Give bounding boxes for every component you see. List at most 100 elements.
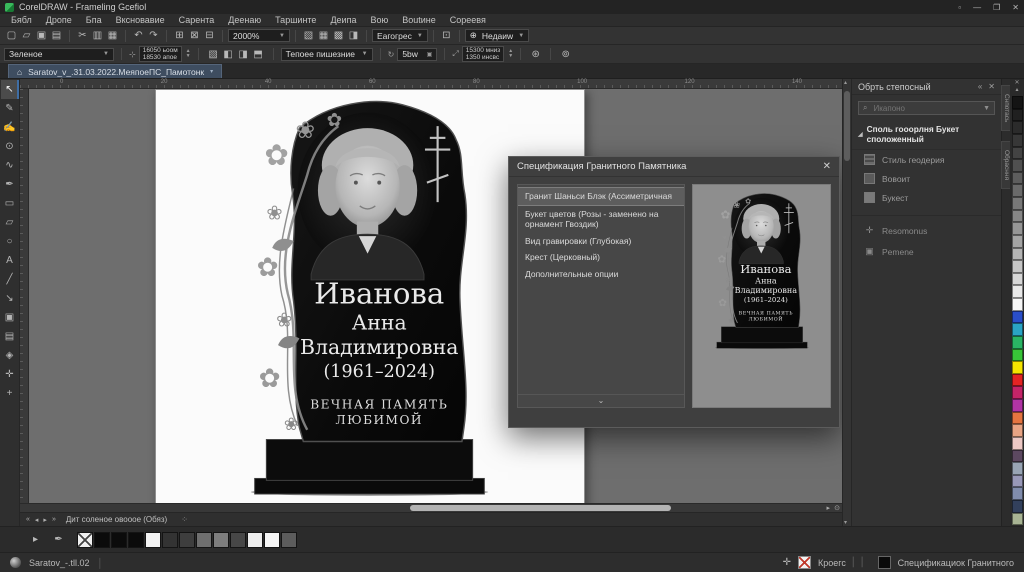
color-swatch[interactable] <box>162 532 178 548</box>
color-swatch[interactable] <box>1012 210 1023 223</box>
color-swatch[interactable] <box>1012 298 1023 311</box>
view-grid-icon[interactable]: ▦ <box>316 28 331 43</box>
color-swatch[interactable] <box>1012 184 1023 197</box>
smudge-tool[interactable]: ✍ <box>1 118 19 137</box>
color-swatch[interactable] <box>1012 273 1023 286</box>
table-tool[interactable]: ▤ <box>1 327 19 346</box>
restore-small-icon[interactable]: ▫ <box>958 3 961 12</box>
eyedropper-tool[interactable]: ✛ <box>1 365 19 384</box>
menu-item-7[interactable]: Деипа <box>323 15 363 25</box>
color-swatch[interactable] <box>213 532 229 548</box>
zoom-tool-icon[interactable]: ⊙ <box>834 504 840 513</box>
color-swatch[interactable] <box>1012 399 1023 412</box>
color-swatch[interactable] <box>1012 475 1023 488</box>
print-icon[interactable]: ▤ <box>49 28 64 43</box>
copy-icon[interactable]: ▥ <box>90 28 105 43</box>
color-swatch[interactable] <box>1012 109 1023 122</box>
scroll-down-icon[interactable]: ▾ <box>844 519 847 526</box>
order-icon[interactable]: ⬒ <box>251 47 266 62</box>
list-scroll-down-button[interactable]: ⌄ <box>518 394 684 407</box>
preset-combo[interactable]: Зеленое ▼ <box>4 48 114 61</box>
menu-item-0[interactable]: Бябл <box>4 15 39 25</box>
color-swatch[interactable] <box>281 532 297 548</box>
undo-icon[interactable]: ↶ <box>131 28 146 43</box>
color-swatch[interactable] <box>1012 222 1023 235</box>
menu-item-5[interactable]: Деенаю <box>221 15 268 25</box>
color-swatch[interactable] <box>1012 121 1023 134</box>
document-tab[interactable]: ⌂ Saratov_v_.31.03.2022.МеяпоеПС_Памотон… <box>8 64 222 78</box>
full-screen-preview-icon[interactable]: ▧ <box>301 28 316 43</box>
minimize-icon[interactable]: — <box>973 3 981 12</box>
text-tool[interactable]: A <box>1 251 19 270</box>
color-eyedropper-icon[interactable]: ✒ <box>51 532 66 547</box>
scroll-right-icon[interactable]: ▸ <box>826 504 830 513</box>
search-input[interactable] <box>871 103 979 114</box>
color-swatch[interactable] <box>111 532 127 548</box>
first-page-button[interactable]: « <box>26 516 30 524</box>
color-swatch[interactable] <box>1012 172 1023 185</box>
view-options-icon[interactable]: ◨ <box>346 28 361 43</box>
filter-funnel-icon[interactable]: ▼ <box>983 105 990 112</box>
color-swatch[interactable] <box>1012 513 1023 526</box>
menu-item-4[interactable]: Сарента <box>172 15 222 25</box>
frame-tool[interactable]: ▣ <box>1 308 19 327</box>
color-swatch[interactable] <box>145 532 161 548</box>
page-shape-icon[interactable]: ▧ <box>206 47 221 62</box>
rectangle-tool[interactable]: ▭ <box>1 194 19 213</box>
object-size-fields[interactable]: 15300 мниз 1350 инсвс <box>462 46 505 62</box>
align-icon[interactable]: ◨ <box>236 47 251 62</box>
view-rulers-icon[interactable]: ▩ <box>331 28 346 43</box>
docker-item-1[interactable]: Вовоит <box>852 169 1001 188</box>
color-swatch[interactable] <box>1012 336 1023 349</box>
horizontal-ruler[interactable]: 020406080100120140 <box>20 79 842 89</box>
menu-item-3[interactable]: Вксновавие <box>109 15 172 25</box>
dialog-title-bar[interactable]: Спецификация Гранитного Памятника ✕ <box>509 157 839 177</box>
spinner-arrows[interactable]: ▲▼ <box>186 49 191 59</box>
color-swatch[interactable] <box>77 532 93 548</box>
vertical-scroll-thumb[interactable] <box>844 91 850 161</box>
save-icon[interactable]: ▣ <box>34 28 49 43</box>
docker-item-0[interactable]: Стиль геодерия <box>852 150 1001 169</box>
color-swatch[interactable] <box>1012 386 1023 399</box>
ellipse-tool[interactable]: ○ <box>1 232 19 251</box>
spec-list-item-3[interactable]: Крест (Церковный) <box>518 249 684 266</box>
color-swatch[interactable] <box>1012 96 1023 109</box>
color-swatch[interactable] <box>179 532 195 548</box>
welcome-combo[interactable]: ⊕ Недаиw ▼ <box>465 29 529 42</box>
cut-icon[interactable]: ✂ <box>75 28 90 43</box>
docker-item-2[interactable]: Букест <box>852 188 1001 207</box>
color-swatch[interactable] <box>1012 235 1023 248</box>
spinner-arrows[interactable]: ▲▼ <box>508 49 513 59</box>
color-swatch[interactable] <box>128 532 144 548</box>
menu-item-1[interactable]: Дропе <box>39 15 79 25</box>
docker-search-box[interactable]: ⌕ ▼ <box>858 101 995 115</box>
color-swatch[interactable] <box>1012 374 1023 387</box>
settings-gear-icon[interactable]: ⊛ <box>528 47 543 62</box>
dialog-close-icon[interactable]: ✕ <box>823 161 831 172</box>
color-swatch[interactable] <box>1012 197 1023 210</box>
close-icon[interactable]: ✕ <box>1012 3 1019 12</box>
zoom-level-combo[interactable]: 2000% ▼ <box>228 29 290 42</box>
color-swatch[interactable] <box>94 532 110 548</box>
vertical-ruler[interactable] <box>20 89 29 503</box>
spec-list-item-0[interactable]: Гранит Шаньси Блэк (Ассиметричная <box>518 187 684 206</box>
color-swatch[interactable] <box>1012 450 1023 463</box>
docker-item-Resomonus[interactable]: ✛Resomonus <box>852 220 1001 241</box>
export-icon[interactable]: ⊠ <box>187 28 202 43</box>
layers-icon[interactable]: ◧ <box>221 47 236 62</box>
publish-pdf-icon[interactable]: ⊟ <box>202 28 217 43</box>
last-page-button[interactable]: » <box>52 516 56 524</box>
color-swatch[interactable] <box>1012 412 1023 425</box>
menu-item-10[interactable]: Сореевя <box>443 15 493 25</box>
next-page-button[interactable]: ▸ <box>43 516 47 524</box>
palette-scroll-up-icon[interactable]: ▴ <box>1015 87 1018 94</box>
color-swatch[interactable] <box>1012 285 1023 298</box>
paste-icon[interactable]: ▦ <box>105 28 120 43</box>
color-swatch[interactable] <box>1012 361 1023 374</box>
options-icon[interactable]: ⊡ <box>439 28 454 43</box>
color-swatch[interactable] <box>1012 500 1023 513</box>
restore-icon[interactable]: ❐ <box>993 3 1000 12</box>
color-swatch[interactable] <box>1012 311 1023 324</box>
open-icon[interactable]: ▱ <box>19 28 34 43</box>
connector-tool[interactable]: ↘ <box>1 289 19 308</box>
